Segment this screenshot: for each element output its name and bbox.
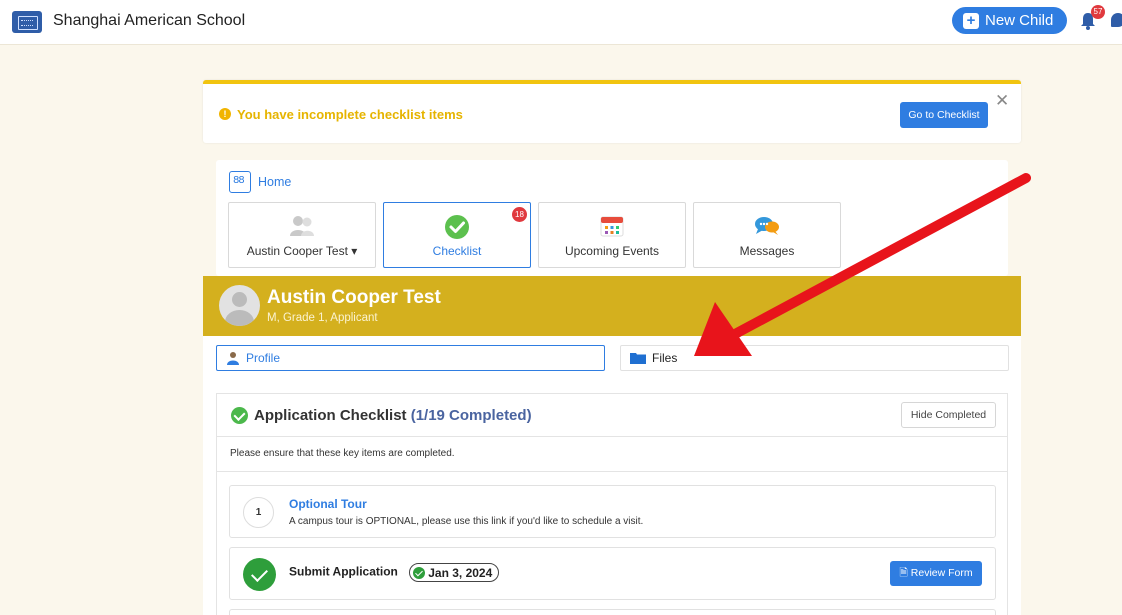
- new-child-button[interactable]: + New Child: [952, 7, 1067, 34]
- school-name[interactable]: Shanghai American School: [53, 12, 245, 30]
- checklist-count-badge: 18: [512, 207, 527, 222]
- list-item: Submit Application Jan 3, 2024 🗎 Review …: [229, 547, 996, 600]
- top-bar: Shanghai American School + New Child 57: [0, 0, 1122, 45]
- home-nav-panel: Home Austin Cooper Test ▾ 18 Checklist U…: [216, 160, 1008, 276]
- plus-icon: +: [963, 12, 979, 29]
- chat-icon[interactable]: [1111, 13, 1122, 27]
- go-to-checklist-button[interactable]: Go to Checklist: [900, 102, 988, 128]
- application-checklist-card: Application Checklist (1/19 Completed) H…: [216, 393, 1008, 615]
- check-circle-icon: [231, 407, 248, 424]
- list-item: 1 Optional Tour A campus tour is OPTIONA…: [229, 485, 996, 538]
- school-logo-icon[interactable]: [12, 11, 42, 33]
- completed-date: Jan 3, 2024: [428, 565, 493, 580]
- tab-files-label: Files: [652, 351, 678, 365]
- tile-messages[interactable]: Messages: [693, 202, 841, 268]
- tile-label: Austin Cooper Test ▾: [246, 244, 358, 258]
- check-circle-icon: [445, 215, 469, 239]
- tile-student-selector[interactable]: Austin Cooper Test ▾: [228, 202, 376, 268]
- list-item: [229, 609, 996, 615]
- tab-profile[interactable]: Profile: [216, 345, 605, 371]
- checklist-title: Application Checklist (1/19 Completed): [254, 407, 532, 424]
- chat-bubbles-icon: [755, 217, 779, 235]
- student-name: Austin Cooper Test: [267, 287, 441, 308]
- check-icon: [413, 566, 426, 579]
- home-link[interactable]: Home: [258, 175, 291, 189]
- tile-upcoming-events[interactable]: Upcoming Events: [538, 202, 686, 268]
- incomplete-checklist-alert: ! You have incomplete checklist items Go…: [203, 80, 1021, 143]
- alert-message: You have incomplete checklist items: [237, 107, 463, 122]
- item-description: A campus tour is OPTIONAL, please use th…: [289, 516, 644, 527]
- student-header: Austin Cooper Test M, Grade 1, Applicant: [203, 276, 1021, 336]
- student-info: M, Grade 1, Applicant: [267, 312, 378, 324]
- tab-profile-label: Profile: [246, 351, 281, 365]
- tile-checklist[interactable]: 18 Checklist: [383, 202, 531, 268]
- submit-application-title: Submit Application: [289, 564, 398, 579]
- document-icon: 🗎: [899, 566, 908, 579]
- tile-label: Upcoming Events: [564, 244, 660, 258]
- student-subtabs: Profile Files: [203, 336, 1021, 382]
- step-number: 1: [243, 497, 274, 528]
- review-form-label: Review Form: [910, 566, 973, 579]
- review-form-button[interactable]: 🗎 Review Form: [890, 561, 982, 586]
- notification-count-badge: 57: [1091, 5, 1105, 19]
- grid-icon[interactable]: [229, 171, 251, 193]
- checklist-note: Please ensure that these key items are c…: [230, 448, 455, 459]
- new-child-label: New Child: [985, 12, 1054, 29]
- checklist-progress: (1/19 Completed): [410, 407, 532, 424]
- hide-completed-button[interactable]: Hide Completed: [901, 402, 996, 428]
- person-icon: [227, 352, 239, 365]
- item-title: Submit Application Jan 3, 2024: [289, 563, 500, 582]
- tab-files[interactable]: Files: [620, 345, 1009, 371]
- completed-date-badge: Jan 3, 2024: [409, 563, 500, 582]
- calendar-icon: [600, 216, 624, 237]
- students-icon: [290, 216, 314, 236]
- checklist-header: Application Checklist (1/19 Completed) H…: [217, 394, 1007, 437]
- checklist-title-text: Application Checklist: [254, 407, 407, 424]
- warning-icon: !: [219, 108, 231, 120]
- folder-icon: [630, 353, 646, 364]
- divider: [217, 471, 1007, 472]
- completed-check-icon: [243, 558, 276, 591]
- tile-label: Checklist: [432, 244, 482, 258]
- close-icon[interactable]: ✕: [995, 92, 1009, 109]
- optional-tour-link[interactable]: Optional Tour: [289, 497, 367, 511]
- avatar: [219, 285, 260, 326]
- tile-label: Messages: [739, 244, 795, 258]
